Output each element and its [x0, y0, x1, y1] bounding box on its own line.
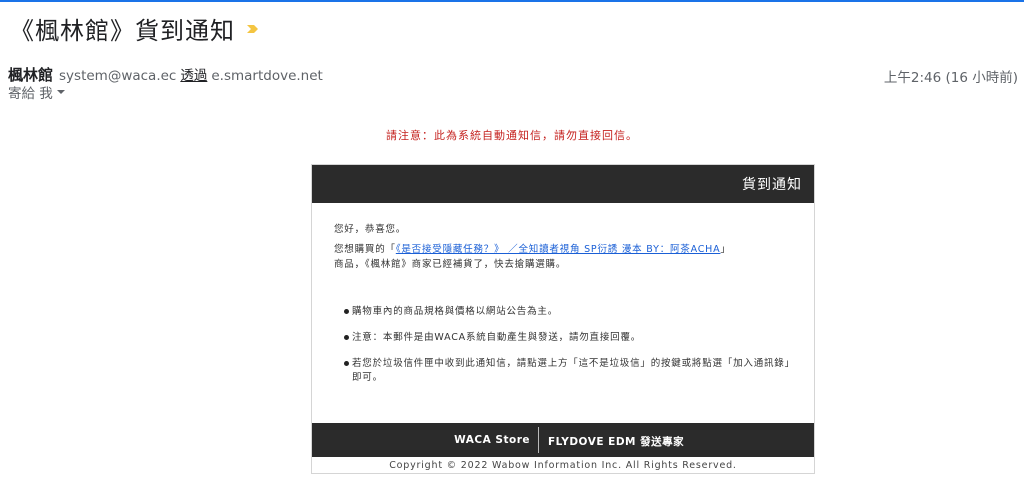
list-item: 購物車內的商品規格與價格以網站公告為主。 — [334, 305, 794, 319]
subject-row: 《楓林館》貨到通知 — [10, 10, 259, 46]
purchase-line2: 商品，《楓林館》商家已經補貨了，快去搶購選購。 — [334, 259, 567, 270]
email-timestamp: 上午2:46 (16 小時前) — [883, 70, 1018, 86]
email-subject: 《楓林館》貨到通知 — [10, 16, 235, 45]
card-header-title: 貨到通知 — [742, 177, 802, 193]
purchase-suffix: 」 — [720, 244, 731, 255]
copyright-text: Copyright © 2022 Wabow Information Inc. … — [389, 460, 737, 471]
sender-email: system@waca.ec — [59, 68, 177, 84]
footer-flydove[interactable]: FLYDOVE EDM 發送專家 — [548, 434, 684, 449]
card-header: 貨到通知 — [312, 165, 814, 203]
bullet-list: 購物車內的商品規格與價格以網站公告為主。 注意：本郵件是由WACA系統自動產生與… — [334, 305, 794, 397]
product-link[interactable]: 《是否接受隱藏任務？》 ／全知讀者視角 SP衍誘 漫本 BY：阿茶ACHA — [396, 244, 721, 255]
recipient-row[interactable]: 寄給 我 — [8, 82, 65, 102]
bullet-dot-icon — [344, 335, 349, 340]
top-accent-line — [0, 0, 1024, 2]
card-body: 您好，恭喜您。 您想購買的「《是否接受隱藏任務？》 ／全知讀者視角 SP衍誘 漫… — [334, 221, 804, 272]
bullet-text: 注意：本郵件是由WACA系統自動產生與發送，請勿直接回覆。 — [352, 332, 642, 343]
bullet-dot-icon — [344, 309, 349, 314]
bullet-dot-icon — [344, 361, 349, 366]
footer-divider — [538, 427, 539, 453]
auto-notice: 請注意：此為系統自動通知信，請勿直接回信。 — [386, 129, 638, 142]
recipient-label: 寄給 我 — [8, 86, 53, 102]
important-marker-icon[interactable] — [245, 21, 259, 35]
bullet-text: 若您於垃圾信件匣中收到此通知信，請點選上方「這不是垃圾信」的按鍵或將點選「加入通… — [352, 358, 791, 383]
dropdown-caret-icon[interactable] — [56, 90, 65, 94]
footer-waca-store[interactable]: WACA Store — [454, 434, 530, 446]
purchase-prefix: 您想購買的「 — [334, 244, 396, 255]
greeting-text: 您好，恭喜您。 — [334, 224, 407, 235]
bullet-text: 購物車內的商品規格與價格以網站公告為主。 — [352, 306, 559, 317]
notification-card: 貨到通知 您好，恭喜您。 您想購買的「《是否接受隱藏任務？》 ／全知讀者視角 S… — [311, 164, 815, 474]
via-domain: e.smartdove.net — [211, 68, 323, 84]
card-footer: WACA Store FLYDOVE EDM 發送專家 — [312, 423, 814, 457]
purchase-text: 您想購買的「《是否接受隱藏任務？》 ／全知讀者視角 SP衍誘 漫本 BY：阿茶A… — [334, 242, 804, 272]
list-item: 若您於垃圾信件匣中收到此通知信，請點選上方「這不是垃圾信」的按鍵或將點選「加入通… — [334, 357, 794, 385]
via-link[interactable]: 透過 — [180, 64, 207, 84]
list-item: 注意：本郵件是由WACA系統自動產生與發送，請勿直接回覆。 — [334, 331, 794, 345]
